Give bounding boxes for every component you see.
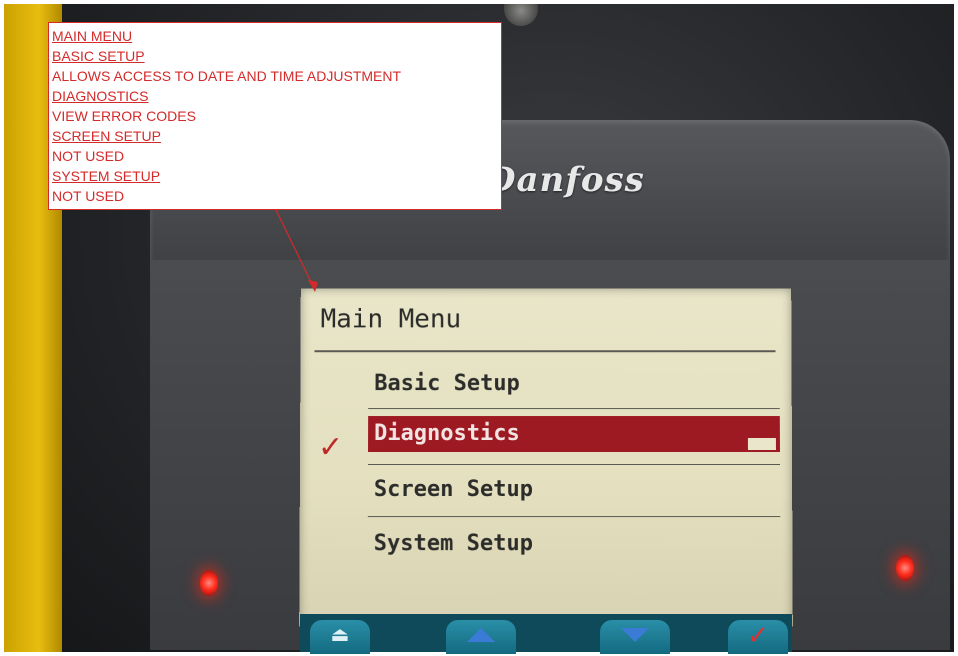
callout-link-screen-setup[interactable]: SCREEN SETUP	[52, 126, 498, 146]
pointer-arrowhead	[308, 280, 318, 292]
annotation-callout: MAIN MENU BASIC SETUP ALLOWS ACCESS TO D…	[48, 22, 502, 210]
callout-description: ALLOWS ACCESS TO DATE AND TIME ADJUSTMEN…	[52, 68, 402, 84]
callout-link-main-menu[interactable]: MAIN MENU	[52, 26, 498, 46]
callout-description: VIEW ERROR CODES	[52, 108, 196, 124]
callout-link-basic-setup[interactable]: BASIC SETUP	[52, 46, 498, 66]
callout-description: NOT USED	[52, 188, 125, 204]
callout-link-system-setup[interactable]: SYSTEM SETUP	[52, 166, 498, 186]
callout-description: NOT USED	[52, 148, 125, 164]
callout-link-diagnostics[interactable]: DIAGNOSTICS	[52, 86, 498, 106]
pointer-line	[275, 209, 316, 291]
